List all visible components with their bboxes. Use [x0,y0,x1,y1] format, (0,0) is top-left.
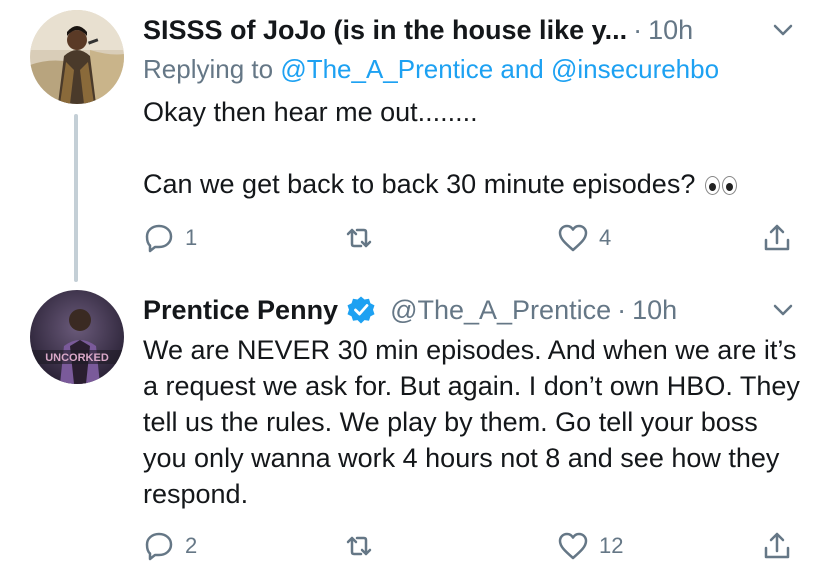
like-button[interactable]: 4 [557,218,611,258]
reply-icon [145,224,173,253]
like-button[interactable]: 12 [557,526,623,566]
reply-button[interactable]: 2 [143,526,197,566]
avatar[interactable]: UNCORKED [30,290,124,384]
user-handle[interactable]: @The_A_Prentice [390,295,611,326]
heart-icon [558,532,588,560]
retweet-icon [346,536,372,556]
heart-icon [558,224,588,252]
action-bar: 1 4 [143,218,803,258]
reply-count: 1 [185,225,198,250]
mention-link[interactable]: @insecurehbo [551,54,719,84]
thread-line [74,114,78,282]
share-button[interactable] [761,526,793,566]
tweet-header: Prentice Penny @The_A_Prentice · 10h [143,292,677,328]
action-bar: 2 12 [143,526,803,566]
share-button[interactable] [761,218,793,258]
avatar-logo-text: UNCORKED [45,352,109,364]
eyes-emoji-icon [705,166,739,202]
display-name[interactable]: Prentice Penny [143,295,338,326]
avatar-photo [30,10,124,104]
avatar-photo: UNCORKED [30,290,124,384]
tweet-text: We are NEVER 30 min episodes. And when w… [143,335,800,509]
share-icon [764,224,790,251]
share-icon [764,532,790,559]
reply-icon [145,532,173,561]
chevron-down-icon[interactable] [772,22,794,38]
like-count: 12 [599,533,624,558]
retweet-button[interactable] [343,218,385,258]
replying-to-label: Replying to [143,54,274,84]
tweet-text-line: Okay then hear me out........ [143,97,478,127]
retweet-button[interactable] [343,526,385,566]
reply-count: 2 [185,533,198,558]
reply-button[interactable]: 1 [143,218,197,258]
mention-link[interactable]: @The_A_Prentice [280,54,493,84]
tweet-header: SISSS of JoJo (is in the house like y...… [143,12,693,48]
like-count: 4 [599,225,612,250]
avatar[interactable] [30,10,124,104]
tweet-text-line-2: Can we get back to back 30 minute episod… [143,169,696,199]
tweet-text: Okay then hear me out........ Can we get… [143,94,739,202]
separator-dot: · [633,14,643,45]
chevron-down-icon[interactable] [772,302,794,318]
separator-dot: · [617,294,627,325]
timestamp[interactable]: 10h [632,295,677,326]
replying-to: Replying to @The_A_Prentice and @insecur… [143,54,719,85]
tweet-1[interactable]: SISSS of JoJo (is in the house like y...… [0,0,828,282]
tweet-text-line: Can we get back to back 30 minute episod… [143,166,739,202]
retweet-icon [346,228,372,248]
display-name[interactable]: SISSS of JoJo (is in the house like y... [143,15,627,46]
tweet-2[interactable]: UNCORKED Prentice Penny @The_A_Prentice … [0,280,828,574]
mention-and: and [500,54,544,84]
timestamp[interactable]: 10h [648,15,693,46]
verified-badge-icon [347,296,375,324]
